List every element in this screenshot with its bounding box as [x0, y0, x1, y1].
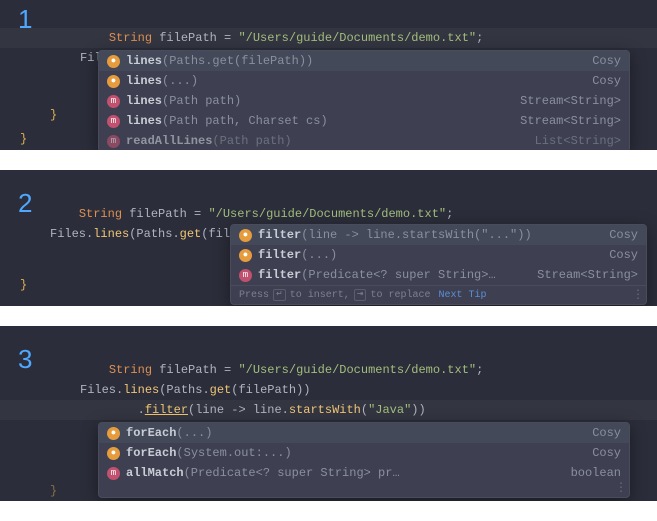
editor-panel-2: 2 String filePath = "/Users/guide/Docume… [0, 170, 657, 306]
method-icon: m [107, 467, 120, 480]
completion-hint-bar: Press ↵ to insert, ⇥ to replace Next Tip [231, 285, 646, 304]
tab-key-icon: ⇥ [354, 289, 367, 301]
closing-brace: } [20, 278, 27, 292]
completion-item[interactable]: m allMatch(Predicate<? super String> pr…… [99, 463, 629, 483]
closing-brace: } [50, 484, 57, 498]
editor-panel-1: 1 String filePath = "/Users/guide/Docume… [0, 0, 657, 150]
step-number: 3 [18, 344, 32, 375]
completion-item[interactable]: ● forEach(System.out:...) Cosy [99, 443, 629, 463]
method-icon: m [107, 95, 120, 108]
completion-popup[interactable]: ● filter(line -> line.startsWith("..."))… [230, 224, 647, 305]
resize-handle-icon[interactable]: ⋮ [632, 287, 642, 302]
bulb-icon: ● [107, 75, 120, 88]
completion-item[interactable]: m lines(Path path) Stream<String> [99, 91, 629, 111]
bulb-icon: ● [107, 447, 120, 460]
bulb-icon: ● [107, 427, 120, 440]
closing-brace: } [20, 132, 27, 146]
bulb-icon: ● [107, 55, 120, 68]
completion-item[interactable]: ● filter(line -> line.startsWith("..."))… [231, 225, 646, 245]
method-icon: m [107, 115, 120, 128]
completion-item[interactable]: m lines(Path path, Charset cs) Stream<St… [99, 111, 629, 131]
step-number: 1 [18, 4, 32, 35]
step-number: 2 [18, 188, 32, 219]
bulb-icon: ● [239, 249, 252, 262]
method-icon: m [107, 135, 120, 148]
completion-item[interactable]: ● lines(...) Cosy [99, 71, 629, 91]
bulb-icon: ● [239, 229, 252, 242]
enter-key-icon: ↵ [273, 289, 286, 301]
resize-handle-icon[interactable]: ⋮ [615, 480, 625, 495]
completion-item[interactable]: ● filter(...) Cosy [231, 245, 646, 265]
completion-item[interactable]: ● forEach(...) Cosy [99, 423, 629, 443]
closing-brace: } [50, 108, 57, 122]
editor-panel-3: 3 String filePath = "/Users/guide/Docume… [0, 326, 657, 501]
completion-item[interactable] [99, 483, 629, 497]
next-tip-link[interactable]: Next Tip [438, 290, 486, 301]
completion-item[interactable]: m filter(Predicate<? super String>… Stre… [231, 265, 646, 285]
method-icon: m [239, 269, 252, 282]
completion-popup[interactable]: ● lines(Paths.get(filePath)) Cosy ● line… [98, 50, 630, 150]
completion-item[interactable]: m readAllLines(Path path) List<String> [99, 131, 629, 150]
completion-popup[interactable]: ● forEach(...) Cosy ● forEach(System.out… [98, 422, 630, 498]
completion-item[interactable]: ● lines(Paths.get(filePath)) Cosy [99, 51, 629, 71]
